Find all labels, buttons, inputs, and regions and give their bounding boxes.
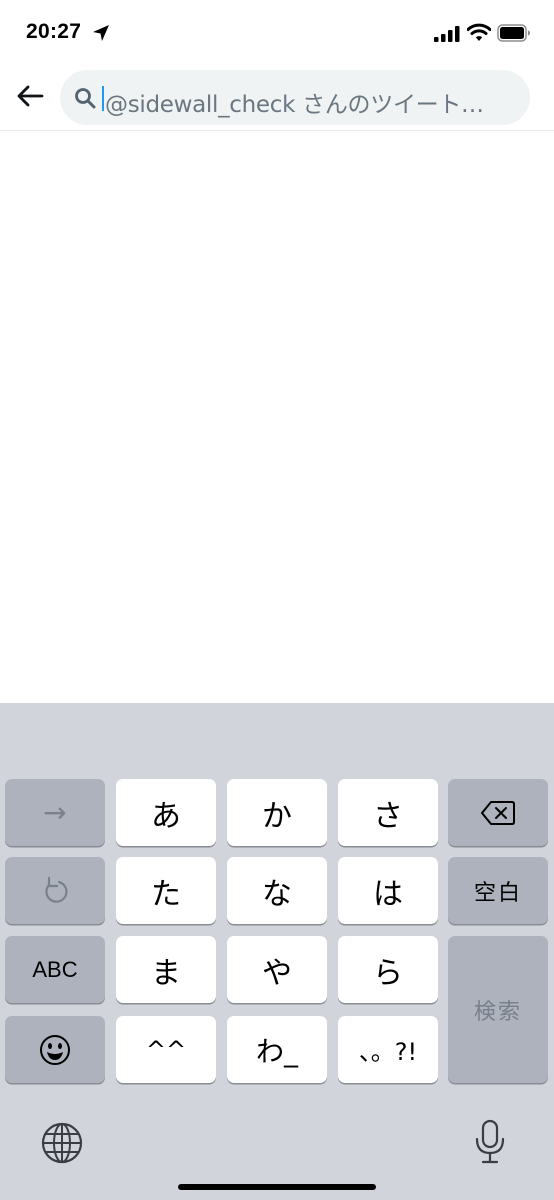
key-sa-label: さ bbox=[373, 798, 403, 834]
key-ra-label: ら bbox=[373, 955, 403, 991]
key-kaomoji[interactable]: ^^ bbox=[116, 1016, 216, 1083]
globe-icon[interactable] bbox=[40, 1121, 84, 1165]
undo-icon bbox=[45, 876, 68, 903]
status-time: 20:27 bbox=[26, 20, 82, 43]
search-header: @sidewall_check さんのツイート… bbox=[0, 64, 554, 131]
key-ka[interactable]: か bbox=[227, 779, 327, 846]
key-punctuation-label: 、。?! bbox=[358, 1038, 418, 1066]
key-ta-label: た bbox=[151, 876, 181, 912]
abc-key-label: ABC bbox=[32, 956, 78, 982]
wifi-icon bbox=[467, 23, 491, 41]
key-ka-label: か bbox=[262, 798, 292, 834]
kana-keyboard: → あ か さ た な は 空白 ABC ま や ら 検索 ^^ わ_ 、。?! bbox=[0, 703, 554, 1200]
delete-icon bbox=[481, 800, 515, 825]
key-ra[interactable]: ら bbox=[338, 936, 438, 1003]
key-ya[interactable]: や bbox=[227, 936, 327, 1003]
back-arrow-icon bbox=[17, 85, 44, 107]
key-wa[interactable]: わ_ bbox=[227, 1016, 327, 1083]
status-bar: 20:27 bbox=[0, 0, 554, 64]
undo-key[interactable] bbox=[5, 857, 105, 924]
key-a[interactable]: あ bbox=[116, 779, 216, 846]
abc-key[interactable]: ABC bbox=[5, 936, 105, 1003]
key-punctuation[interactable]: 、。?! bbox=[338, 1016, 438, 1083]
emoji-icon bbox=[40, 1034, 70, 1065]
key-ha[interactable]: は bbox=[338, 857, 438, 924]
key-ha-label: は bbox=[373, 876, 403, 912]
home-indicator[interactable] bbox=[178, 1184, 376, 1190]
signal-icon bbox=[434, 26, 460, 42]
location-arrow-icon bbox=[93, 25, 109, 41]
search-input[interactable]: @sidewall_check さんのツイート… bbox=[60, 70, 530, 125]
next-candidate-label: → bbox=[43, 796, 67, 829]
key-a-label: あ bbox=[151, 798, 181, 834]
key-sa[interactable]: さ bbox=[338, 779, 438, 846]
delete-key[interactable] bbox=[448, 779, 548, 846]
search-key-label: 検索 bbox=[473, 999, 522, 1025]
key-na-label: な bbox=[262, 876, 292, 912]
search-key[interactable]: 検索 bbox=[448, 936, 548, 1083]
key-ta[interactable]: た bbox=[116, 857, 216, 924]
key-ya-label: や bbox=[262, 955, 292, 991]
key-kaomoji-label: ^^ bbox=[145, 1035, 187, 1064]
emoji-key[interactable] bbox=[5, 1016, 105, 1083]
search-icon bbox=[75, 88, 96, 109]
back-button[interactable] bbox=[12, 78, 48, 114]
key-ma-label: ま bbox=[151, 955, 181, 991]
space-key-label: 空白 bbox=[473, 880, 522, 906]
key-na[interactable]: な bbox=[227, 857, 327, 924]
text-cursor bbox=[102, 86, 104, 111]
battery-icon bbox=[497, 24, 530, 42]
next-candidate-key[interactable]: → bbox=[5, 779, 105, 846]
search-placeholder: @sidewall_check さんのツイート… bbox=[105, 92, 484, 118]
key-wa-label: わ_ bbox=[255, 1034, 298, 1068]
space-key[interactable]: 空白 bbox=[448, 857, 548, 924]
key-ma[interactable]: ま bbox=[116, 936, 216, 1003]
microphone-icon[interactable] bbox=[474, 1119, 506, 1165]
